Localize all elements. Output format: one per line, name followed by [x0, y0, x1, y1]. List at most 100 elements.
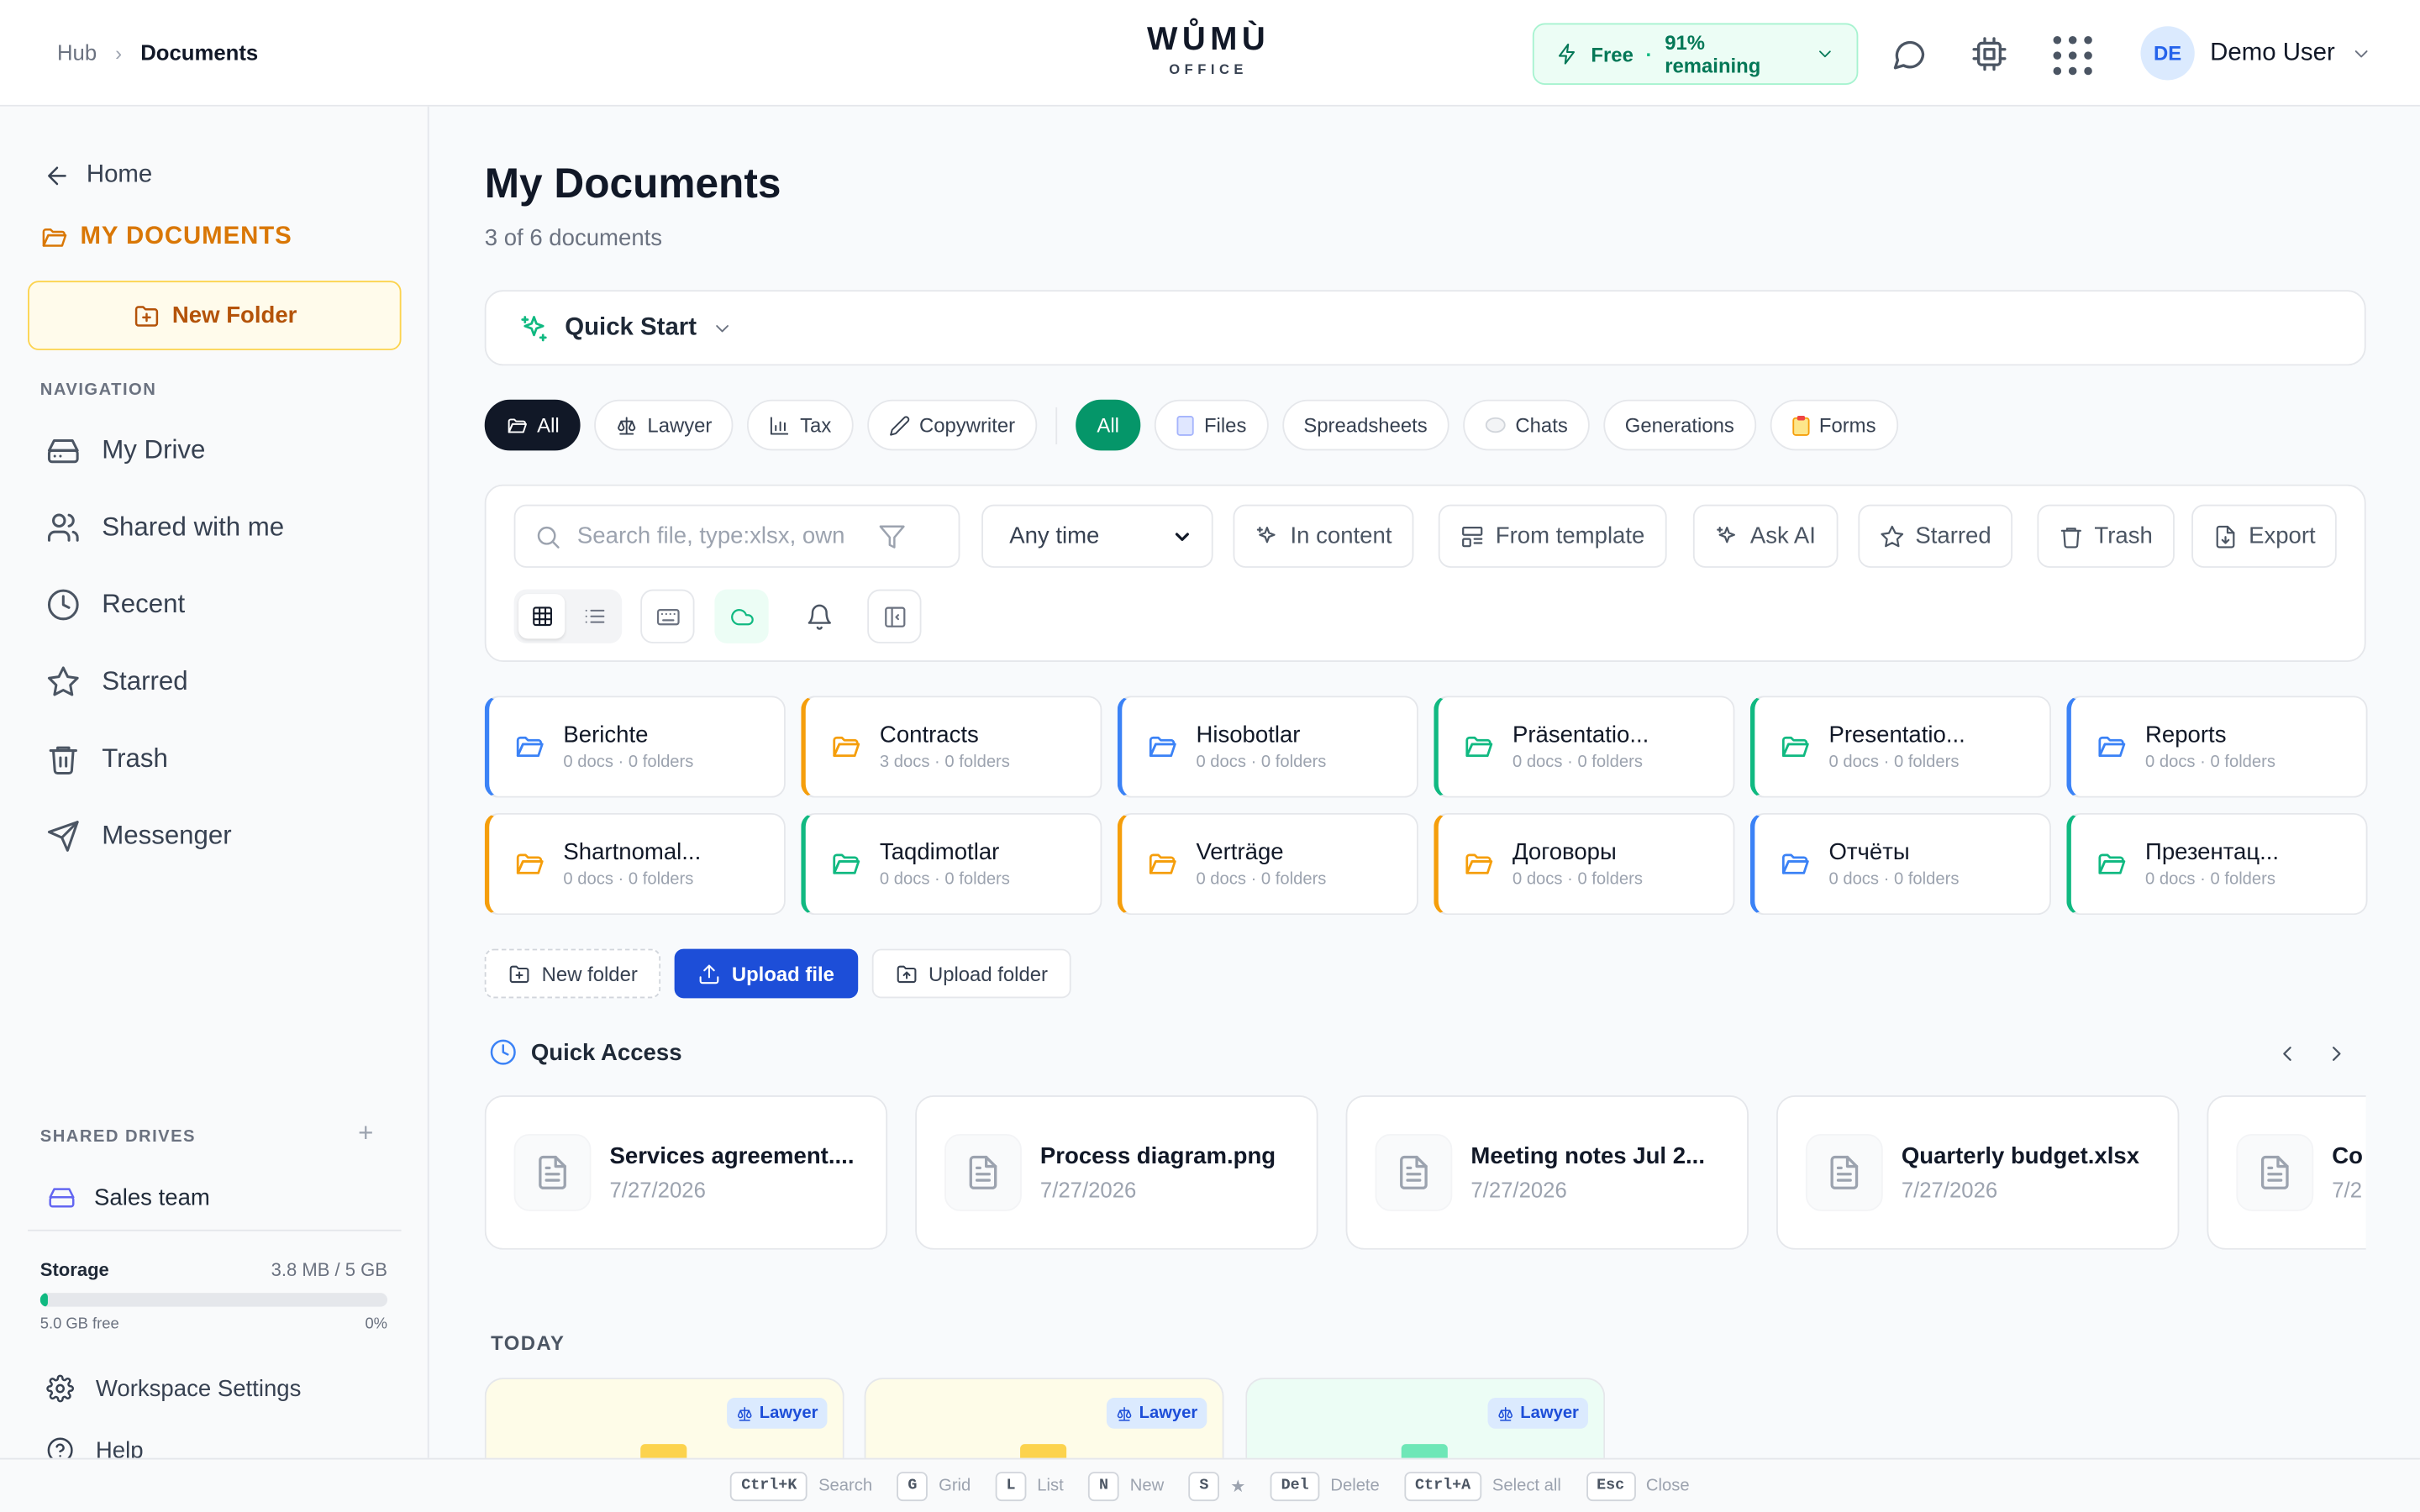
grid-view-button[interactable] — [518, 594, 566, 639]
folder-meta: 0 docs · 0 folders — [2145, 869, 2275, 889]
shortcut-key: G — [897, 1471, 929, 1501]
export-button[interactable]: Export — [2191, 504, 2338, 568]
type-chip-all[interactable]: All — [1075, 399, 1141, 451]
quick-access-card[interactable]: Quarterly budget.xlsx 7/27/2026 — [1776, 1095, 2180, 1250]
role-chip-copywriter[interactable]: Copywriter — [866, 399, 1037, 451]
folder-card[interactable]: Hisobotlar 0 docs · 0 folders — [1117, 696, 1418, 798]
type-chip-chats[interactable]: Chats — [1462, 399, 1590, 451]
folder-actions: New folder Upload file Upload folder — [484, 948, 1071, 999]
send-icon — [47, 821, 79, 852]
lawyer-badge: Lawyer — [1107, 1398, 1207, 1429]
shortcut-list: L List — [995, 1471, 1064, 1501]
quick-access-card[interactable]: Co 7/2 — [2207, 1095, 2366, 1250]
plan-separator: · — [1645, 42, 1653, 66]
quick-access-prev-button[interactable] — [2275, 1042, 2299, 1066]
upload-folder-button[interactable]: Upload folder — [871, 948, 1071, 999]
type-chip-files[interactable]: Files — [1155, 399, 1269, 451]
type-chip-forms[interactable]: Forms — [1770, 399, 1898, 451]
folder-meta: 3 docs · 0 folders — [879, 753, 1010, 772]
folder-grid: Berichte 0 docs · 0 folders Contracts 3 do… — [484, 696, 2368, 916]
folder-card[interactable]: Verträge 0 docs · 0 folders — [1117, 812, 1418, 916]
chip-settings-icon[interactable] — [1970, 35, 2007, 72]
document-card[interactable]: Lawyer — [1245, 1378, 1606, 1482]
document-card[interactable]: Lawyer — [864, 1378, 1224, 1482]
workspace-settings-label: Workspace Settings — [95, 1375, 302, 1402]
search-input[interactable] — [576, 522, 863, 549]
sidebar-item-shared-with-me[interactable]: Shared with me — [46, 511, 284, 544]
quick-access-card[interactable]: Meeting notes Jul 2... 7/27/2026 — [1345, 1095, 1749, 1250]
quick-access-next-button[interactable] — [2324, 1042, 2349, 1066]
tool-label: Export — [2249, 522, 2316, 549]
sparkles-icon — [521, 315, 547, 341]
sidebar-item-messenger[interactable]: Messenger — [46, 819, 232, 853]
time-filter-select[interactable]: Any time — [981, 504, 1213, 568]
folder-card[interactable]: Berichte 0 docs · 0 folders — [484, 696, 786, 798]
upload-file-button[interactable]: Upload file — [674, 948, 858, 999]
sidebar-item-starred[interactable]: Starred — [46, 665, 188, 699]
workspace-settings-link[interactable]: Workspace Settings — [46, 1374, 302, 1403]
panel-toggle-button[interactable] — [867, 589, 922, 643]
tool-label: Starred — [1915, 522, 1991, 549]
from-template-button[interactable]: From template — [1438, 504, 1667, 568]
role-chip-tax[interactable]: Tax — [747, 399, 853, 451]
breadcrumb-separator-icon: › — [115, 40, 123, 65]
document-card[interactable]: Lawyer — [484, 1378, 844, 1482]
quick-access-card[interactable]: Services agreement.... 7/27/2026 — [484, 1095, 888, 1250]
folder-card[interactable]: Taqdimotlar 0 docs · 0 folders — [801, 812, 1102, 916]
sidebar-item-label: Trash — [102, 743, 168, 774]
type-chip-spreadsheets[interactable]: Spreadsheets — [1281, 399, 1449, 451]
folder-card[interactable]: Shartnomal... 0 docs · 0 folders — [484, 812, 786, 916]
tool-label: Trash — [2094, 522, 2153, 549]
lightning-icon — [1558, 43, 1576, 65]
shortcut-label: New — [1129, 1476, 1165, 1495]
tool-label: Ask AI — [1749, 522, 1816, 549]
shared-drive-sales-team[interactable]: Sales team — [48, 1184, 210, 1211]
starred-button[interactable]: Starred — [1858, 504, 2013, 568]
notifications-button[interactable] — [792, 590, 845, 643]
quick-access-card[interactable]: Process diagram.png 7/27/2026 — [915, 1095, 1318, 1250]
sidebar-item-recent[interactable]: Recent — [46, 588, 185, 622]
document-count: 3 of 6 documents — [484, 225, 663, 252]
sidebar-item-my-drive[interactable]: My Drive — [46, 433, 205, 467]
logo[interactable]: WŮMÙ OFFICE — [1140, 22, 1276, 77]
list-view-button[interactable] — [571, 594, 618, 638]
folder-card[interactable]: Contracts 3 docs · 0 folders — [801, 696, 1102, 798]
folder-name: Berichte — [563, 722, 649, 748]
folder-name: Präsentatio... — [1512, 722, 1649, 748]
ask-ai-button[interactable]: Ask AI — [1692, 504, 1838, 568]
shortcut-label: List — [1037, 1476, 1064, 1495]
user-menu[interactable]: DE Demo User — [2140, 26, 2372, 81]
breadcrumb-hub[interactable]: Hub — [57, 40, 97, 65]
folder-card[interactable]: Отчёты 0 docs · 0 folders — [1749, 812, 2051, 916]
folder-card[interactable]: Договоры 0 docs · 0 folders — [1434, 812, 1735, 916]
sidebar-item-label: Starred — [102, 666, 188, 696]
filter-icon[interactable] — [878, 522, 906, 550]
home-link[interactable]: Home — [43, 162, 152, 190]
new-folder-button[interactable]: New folder — [484, 948, 661, 999]
chip-label: All — [1097, 413, 1119, 437]
apps-grid-icon[interactable] — [2051, 34, 2094, 76]
quick-access-carousel: Services agreement.... 7/27/2026 Process … — [484, 1095, 2366, 1250]
chat-icon[interactable] — [1891, 35, 1928, 72]
add-shared-drive-button[interactable]: + — [358, 1119, 373, 1150]
role-chip-lawyer[interactable]: Lawyer — [594, 399, 734, 451]
trash-button[interactable]: Trash — [2037, 504, 2175, 568]
plan-button[interactable]: Free · 91% remaining — [1532, 23, 1859, 86]
type-chip-generations[interactable]: Generations — [1603, 399, 1756, 451]
sidebar-item-trash[interactable]: Trash — [46, 742, 168, 775]
role-chip-all[interactable]: All — [484, 399, 581, 451]
new-folder-button[interactable]: New Folder — [28, 281, 402, 350]
folder-card[interactable]: Reports 0 docs · 0 folders — [2066, 696, 2368, 798]
folder-name: Презентац... — [2145, 839, 2280, 866]
folder-name: Отчёты — [1828, 839, 1910, 866]
in-content-button[interactable]: In content — [1233, 504, 1414, 568]
cloud-sync-button[interactable] — [714, 589, 769, 643]
folder-card[interactable]: Präsentatio... 0 docs · 0 folders — [1434, 696, 1735, 798]
storage-used: 3.8 MB / 5 GB — [271, 1258, 388, 1281]
folder-card[interactable]: Presentatio... 0 docs · 0 folders — [1749, 696, 2051, 798]
quick-start-toggle[interactable]: Quick Start — [484, 290, 2366, 366]
folder-card[interactable]: Презентац... 0 docs · 0 folders — [2066, 812, 2368, 916]
action-label: New folder — [541, 962, 638, 985]
sidebar-item-label: Shared with me — [102, 512, 285, 542]
keyboard-button[interactable] — [640, 589, 695, 643]
